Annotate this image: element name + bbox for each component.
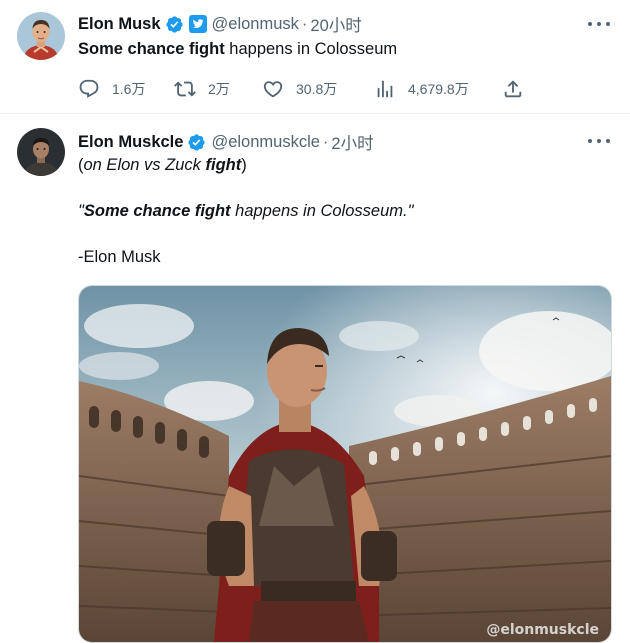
avatar-elonmuskcle[interactable]: [17, 128, 65, 176]
tweet-text: Some chance fight happens in Colosseum: [78, 40, 397, 59]
share-icon: [504, 80, 522, 98]
user-handle[interactable]: @elonmusk: [212, 15, 299, 34]
timestamp[interactable]: 20小时: [310, 12, 361, 36]
quote-close: ": [407, 202, 414, 220]
views-icon: [377, 80, 393, 98]
tweet-text-bold: Some chance fight: [78, 40, 225, 58]
tweet-context-line: (on Elon vs Zuck fight): [78, 156, 247, 175]
separator-dot: ·: [301, 14, 308, 33]
views-button[interactable]: 4,679.8万: [374, 77, 469, 101]
avatar-elonmusk[interactable]: [17, 12, 65, 60]
tweet-elonmuskcle[interactable]: Elon Muskcle @elonmuskcle · 2小时 (on Elon…: [0, 114, 630, 643]
view-count: 4,679.8万: [408, 81, 469, 97]
timestamp[interactable]: 2小时: [331, 130, 373, 154]
like-button[interactable]: 30.8万: [262, 77, 337, 101]
verified-badge-icon: [165, 15, 184, 34]
retweet-icon: [174, 81, 196, 97]
twitter-blue-icon: [188, 15, 207, 33]
user-handle[interactable]: @elonmuskcle: [211, 133, 319, 152]
display-name[interactable]: Elon Musk: [78, 15, 161, 34]
more-icon[interactable]: [588, 14, 610, 34]
tweet-text-rest: happens in Colosseum: [224, 40, 398, 58]
image-watermark: @elonmuskcle: [486, 622, 599, 638]
retweet-button[interactable]: 2万: [174, 77, 230, 101]
retweet-count: 2万: [208, 81, 230, 97]
reply-button[interactable]: 1.6万: [78, 77, 145, 101]
tweet-header: Elon Muskcle @elonmuskcle · 2小时: [78, 130, 374, 154]
display-name[interactable]: Elon Muskcle: [78, 133, 183, 152]
action-bar: 1.6万 2万 30.8万 4,679.8万: [78, 77, 538, 101]
more-icon[interactable]: [588, 131, 610, 151]
tweet-elonmusk[interactable]: Elon Musk @elonmusk · 20小时 Some chance f…: [0, 0, 630, 113]
like-count: 30.8万: [296, 81, 338, 97]
quoted-line: " Some chance fight happens in Colosseum.…: [78, 202, 413, 221]
reply-icon: [79, 79, 99, 98]
quote-rest: happens in Colosseum.: [230, 202, 408, 220]
tweet-header: Elon Musk @elonmusk · 20小时: [78, 12, 362, 36]
paren-close: ): [241, 156, 247, 174]
share-button[interactable]: [502, 77, 524, 101]
tweet-image[interactable]: @elonmuskcle: [78, 285, 612, 643]
context-text: on Elon vs Zuck: [83, 156, 206, 174]
separator-dot: ·: [322, 132, 329, 151]
context-bold: fight: [205, 156, 242, 174]
reply-count: 1.6万: [112, 81, 146, 97]
signature-line: -Elon Musk: [78, 248, 161, 266]
verified-badge-icon: [187, 133, 206, 152]
quote-bold: Some chance fight: [83, 202, 231, 220]
like-icon: [263, 81, 283, 98]
gladiator-colosseum-image: [79, 286, 611, 642]
